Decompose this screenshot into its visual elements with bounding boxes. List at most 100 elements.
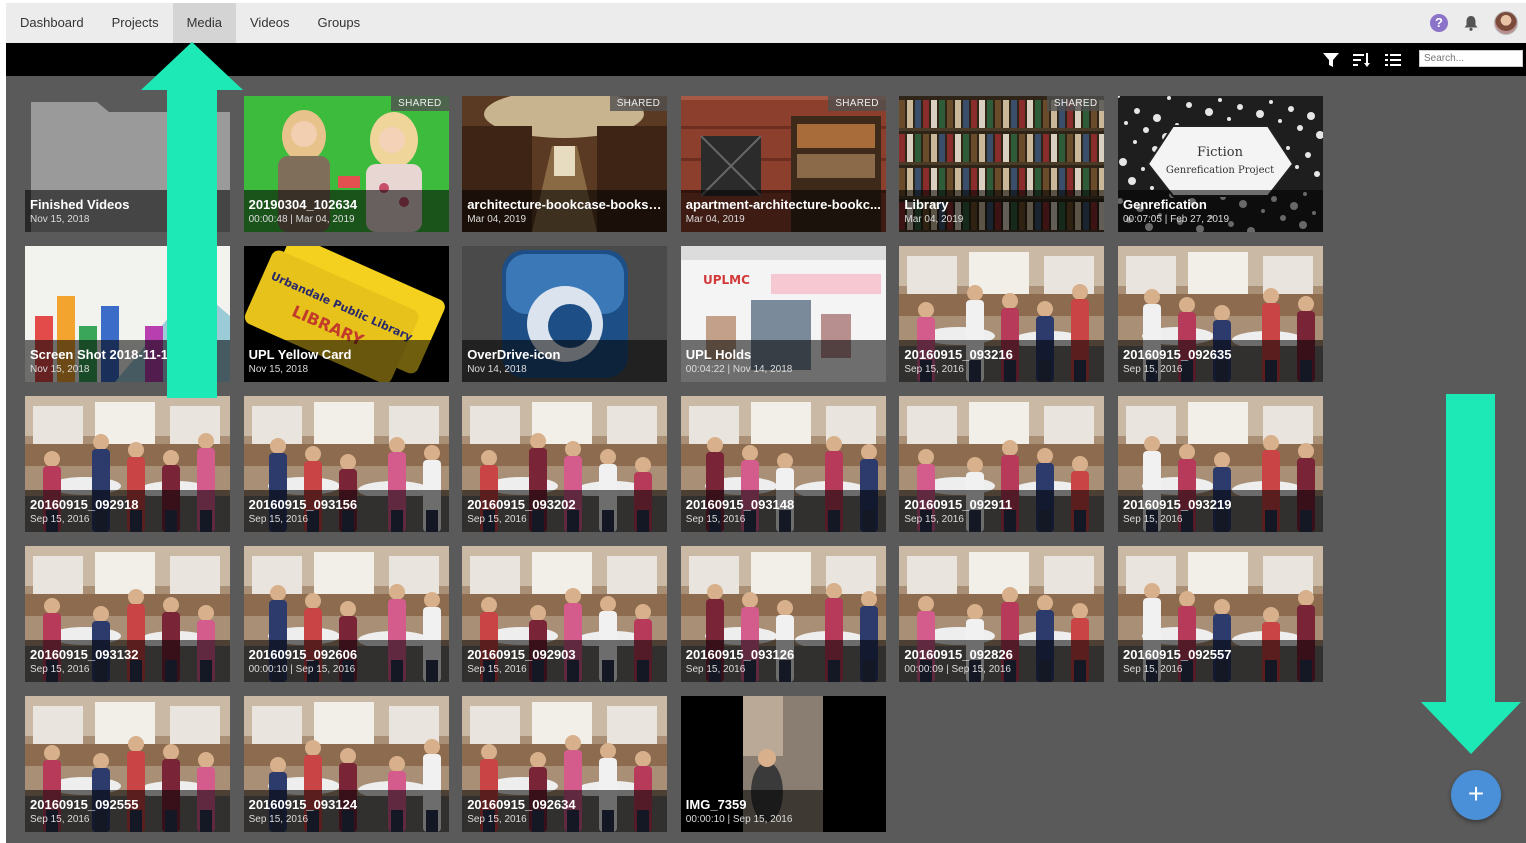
media-tile[interactable]: 20160915_092555 Sep 15, 2016	[25, 696, 230, 832]
media-tile[interactable]: 20160915_092635 Sep 15, 2016	[1118, 246, 1323, 382]
tile-meta: Sep 15, 2016	[1123, 664, 1183, 675]
media-tile[interactable]: 20160915_092903 Sep 15, 2016	[462, 546, 668, 682]
help-icon[interactable]: ?	[1430, 14, 1448, 32]
media-tile[interactable]: 20160915_093126 Sep 15, 2016	[680, 546, 886, 682]
tile-title: 20160915_092826	[904, 647, 1013, 662]
media-tile[interactable]: 20160915_093148 Sep 15, 2016	[680, 396, 886, 532]
tile-meta: Nov 14, 2018	[467, 364, 527, 375]
tile-title: 20160915_092918	[30, 497, 139, 512]
webpage-logo-art: UPLMC	[703, 273, 750, 287]
nav-groups[interactable]: Groups	[304, 3, 375, 43]
up-arrow-annotation	[141, 42, 243, 398]
tile-meta: Nov 15, 2018	[30, 214, 90, 225]
media-tile[interactable]: 20160915_092826 00:00:09 | Sep 15, 2016	[899, 546, 1105, 682]
tile-title: 20160915_092634	[467, 797, 576, 812]
tile-meta: Sep 15, 2016	[248, 814, 309, 825]
tile-meta: Sep 15, 2016	[467, 514, 527, 525]
shared-badge: SHARED	[828, 96, 886, 111]
tile-title: 20160915_092635	[1123, 347, 1232, 362]
tile-title: 20160915_093124	[248, 797, 358, 812]
tile-title: 20160915_093126	[685, 647, 795, 662]
tile-meta: Sep 15, 2016	[30, 514, 90, 525]
tile-title: 20160915_093156	[248, 497, 358, 512]
tile-meta: Sep 15, 2016	[1123, 364, 1183, 375]
media-tile[interactable]: IMG_7359 00:00:10 | Sep 15, 2016	[680, 696, 886, 832]
media-tile[interactable]: 20160915_093156 Sep 15, 2016	[243, 396, 449, 532]
top-navigation: Dashboard Projects Media Videos Groups ?	[6, 3, 1526, 43]
tile-title: 20160915_092557	[1123, 647, 1232, 662]
add-media-button[interactable]: +	[1451, 770, 1501, 820]
tile-meta: Sep 15, 2016	[467, 814, 527, 825]
user-avatar[interactable]	[1494, 11, 1518, 35]
list-view-icon[interactable]	[1384, 52, 1402, 68]
tile-meta: Sep 15, 2016	[1123, 514, 1183, 525]
media-tile[interactable]: 20160915_092918 Sep 15, 2016	[25, 396, 230, 532]
media-tile[interactable]: apartment-architecture-bookc... Mar 04, 2…	[680, 96, 886, 232]
tile-title: 20160915_093202	[467, 497, 576, 512]
tile-title: 20160915_093132	[30, 647, 139, 662]
media-tile[interactable]: 20160915_093216 Sep 15, 2016	[899, 246, 1105, 382]
nav-projects[interactable]: Projects	[98, 3, 173, 43]
tile-meta: Sep 15, 2016	[685, 514, 746, 525]
tile-title: 20160915_093219	[1123, 497, 1232, 512]
media-tile[interactable]: 20160915_093124 Sep 15, 2016	[243, 696, 449, 832]
media-tile[interactable]: 20160915_092557 Sep 15, 2016	[1118, 546, 1323, 682]
media-tile[interactable]: 20160915_092911 Sep 15, 2016	[899, 396, 1105, 532]
media-tile[interactable]: Urbandale Public Library LIBRARY UPL Yello…	[243, 246, 449, 382]
media-tile[interactable]: Library Mar 04, 2019 SHARED	[899, 96, 1105, 232]
media-tile[interactable]: UPLMC UPL Holds 00:04:22 | Nov 14, 2018	[680, 246, 886, 382]
media-tile[interactable]: 20160915_093219 Sep 15, 2016	[1118, 396, 1323, 532]
tile-meta: 00:00:09 | Sep 15, 2016	[904, 664, 1011, 675]
sort-icon[interactable]	[1352, 52, 1370, 68]
media-tile[interactable]: 20190304_102634 00:00:48 | Mar 04, 2019 SH…	[243, 96, 449, 232]
media-tile[interactable]: Fiction Genrefication Project Genreficatio…	[1118, 96, 1323, 232]
tile-title: architecture-bookcase-books-...	[467, 197, 664, 212]
notebook-title-art: Fiction	[1197, 145, 1244, 160]
tile-meta: Nov 15, 2018	[248, 364, 309, 375]
media-app: Dashboard Projects Media Videos Groups ?	[6, 3, 1526, 843]
notebook-subtitle-art: Genrefication Project	[1166, 165, 1274, 176]
nav-user-area: ?	[1430, 3, 1518, 43]
tile-title: 20160915_092555	[30, 797, 139, 812]
nav-media[interactable]: Media	[172, 3, 236, 43]
tile-title: apartment-architecture-bookc...	[685, 197, 881, 212]
tile-meta: 00:00:48 | Mar 04, 2019	[248, 214, 355, 225]
search-input[interactable]	[1419, 50, 1523, 67]
tile-meta: Sep 15, 2016	[30, 814, 90, 825]
tile-title: Genrefication	[1123, 197, 1207, 212]
tile-meta: Sep 15, 2016	[904, 364, 964, 375]
filter-icon[interactable]	[1322, 52, 1340, 68]
media-tile[interactable]: 20160915_092606 00:00:10 | Sep 15, 2016	[243, 546, 449, 682]
tile-title: 20160915_092911	[904, 497, 1013, 512]
tile-meta: 00:00:10 | Sep 15, 2016	[685, 814, 793, 825]
tile-title: 20160915_092606	[248, 647, 358, 662]
tile-meta: Sep 15, 2016	[467, 664, 527, 675]
down-arrow-annotation	[1421, 394, 1521, 754]
tile-meta: Mar 04, 2019	[685, 214, 745, 225]
shared-badge: SHARED	[1046, 96, 1105, 111]
tile-meta: Sep 15, 2016	[30, 664, 90, 675]
shared-badge: SHARED	[391, 96, 449, 111]
tile-title: Library	[904, 197, 949, 212]
tile-title: OverDrive-icon	[467, 347, 561, 362]
nav-videos[interactable]: Videos	[236, 3, 304, 43]
tile-meta: Mar 04, 2019	[467, 214, 527, 225]
tile-meta: Sep 15, 2016	[685, 664, 746, 675]
tile-title: 20160915_092903	[467, 647, 576, 662]
media-tile[interactable]: 20160915_093202 Sep 15, 2016	[462, 396, 668, 532]
bell-icon[interactable]	[1462, 14, 1480, 32]
media-tile[interactable]: architecture-bookcase-books-... Mar 04, 2…	[462, 96, 668, 232]
tile-title: UPL Holds	[685, 347, 752, 362]
media-tile[interactable]: 20160915_093132 Sep 15, 2016	[25, 546, 230, 682]
media-tile[interactable]: OverDrive-icon Nov 14, 2018	[462, 246, 668, 382]
shared-badge: SHARED	[609, 96, 668, 111]
tile-meta: Sep 15, 2016	[248, 514, 309, 525]
tile-title: IMG_7359	[685, 797, 747, 812]
tile-meta: 00:00:10 | Sep 15, 2016	[248, 664, 356, 675]
media-tile[interactable]: 20160915_092634 Sep 15, 2016	[462, 696, 668, 832]
tile-meta: 00:04:22 | Nov 14, 2018	[685, 364, 793, 375]
tile-title: 20160915_093148	[685, 497, 795, 512]
tile-title: 20160915_093216	[904, 347, 1013, 362]
nav-dashboard[interactable]: Dashboard	[6, 3, 98, 43]
tile-meta: 00:07:05 | Feb 27, 2019	[1123, 214, 1230, 225]
